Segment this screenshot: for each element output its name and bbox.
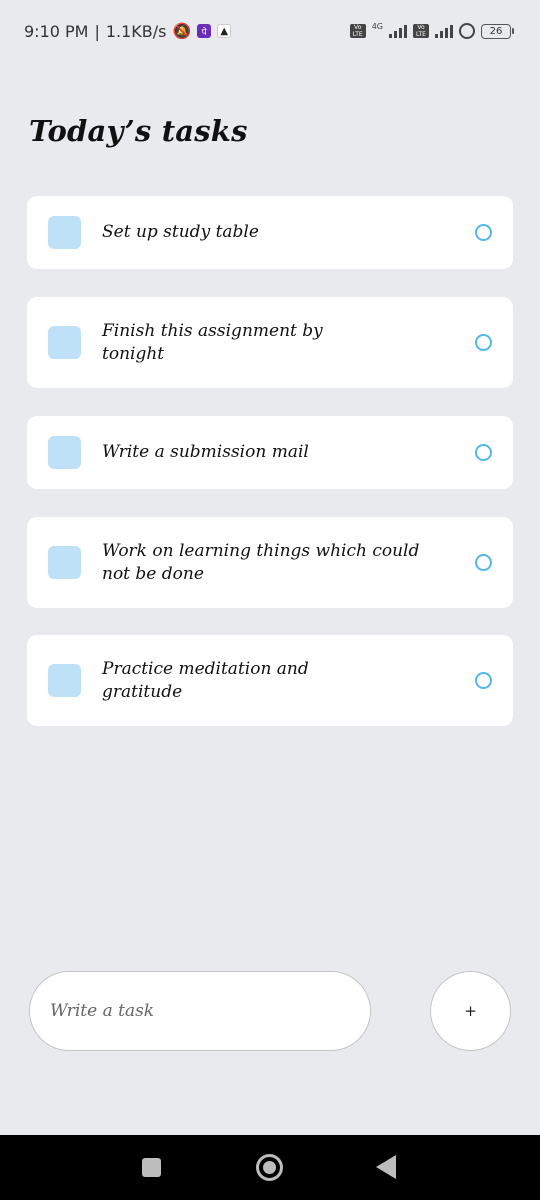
signal-icon: [435, 24, 453, 38]
network-type: 4G: [371, 21, 383, 31]
navigation-bar: [0, 1135, 540, 1200]
volte-icon: Vo LTE: [413, 24, 429, 38]
status-separator: |: [94, 21, 100, 41]
task-text: Practice meditation and gratitude: [102, 658, 309, 702]
task-checkbox[interactable]: [48, 326, 81, 359]
circle-icon[interactable]: [475, 334, 492, 351]
mute-bell-icon: 🔕: [172, 22, 192, 40]
task-checkbox[interactable]: [48, 216, 81, 249]
circle-icon[interactable]: [475, 444, 492, 461]
signal-icon: [389, 24, 407, 38]
network-speed: 1.1KB/s: [105, 21, 167, 41]
task-text: Finish this assignment by tonight: [102, 320, 323, 364]
home-icon[interactable]: [256, 1154, 283, 1181]
task-checkbox[interactable]: [48, 436, 81, 469]
circle-icon[interactable]: [475, 672, 492, 689]
task-text: Write a submission mail: [102, 442, 309, 462]
task-checkbox[interactable]: [48, 664, 81, 697]
task-card[interactable]: Finish this assignment by tonight: [27, 297, 513, 388]
page-title: Today’s tasks: [29, 114, 248, 148]
status-right: Vo LTE 4G Vo LTE 26: [349, 20, 514, 42]
add-task-button[interactable]: +: [430, 971, 511, 1051]
volte-icon: Vo LTE: [349, 24, 366, 38]
task-card[interactable]: Work on learning things which could not …: [27, 517, 513, 608]
battery-icon: 26: [481, 23, 514, 39]
task-card[interactable]: Set up study table: [27, 196, 513, 269]
status-bar: 9:10 PM | 1.1KB/s 🔕 पे ▲ Vo LTE 4G Vo LTE …: [0, 0, 540, 62]
recent-apps-icon[interactable]: [142, 1158, 161, 1177]
battery-level: 26: [481, 23, 511, 39]
task-text: Work on learning things which could not …: [102, 540, 420, 584]
task-input[interactable]: [29, 971, 371, 1051]
task-text: Set up study table: [102, 222, 259, 242]
circle-icon[interactable]: [475, 224, 492, 241]
notification-icon: ▲: [217, 24, 232, 38]
phonepe-icon: पे: [197, 24, 212, 38]
sync-icon: [459, 23, 475, 39]
task-checkbox[interactable]: [48, 546, 81, 579]
task-card[interactable]: Practice meditation and gratitude: [27, 635, 513, 726]
back-icon[interactable]: [376, 1155, 396, 1179]
status-left: 9:10 PM | 1.1KB/s 🔕 पे ▲: [24, 20, 232, 42]
status-time: 9:10 PM: [24, 21, 89, 41]
circle-icon[interactable]: [475, 554, 492, 571]
task-card[interactable]: Write a submission mail: [27, 416, 513, 489]
